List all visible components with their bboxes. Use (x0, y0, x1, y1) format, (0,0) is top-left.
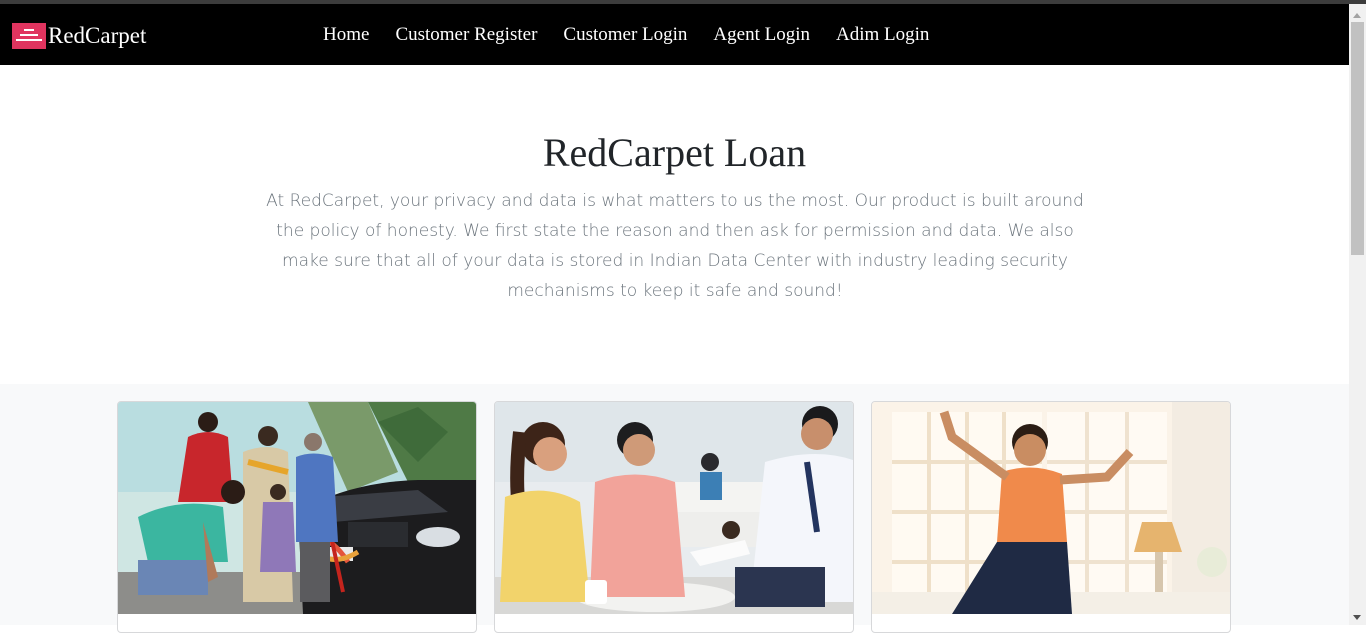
scroll-down-arrow-icon[interactable] (1353, 615, 1361, 620)
nav-home[interactable]: Home (323, 22, 369, 48)
brand-link[interactable]: RedCarpet (12, 23, 146, 49)
brand-name: RedCarpet (48, 23, 147, 48)
carpet-logo-icon (12, 23, 46, 49)
nav-customer-register[interactable]: Customer Register (395, 22, 537, 48)
happy-child-jumping-photo (872, 402, 1230, 614)
loan-card-personal[interactable] (494, 401, 854, 633)
nav-customer-login[interactable]: Customer Login (563, 22, 687, 48)
nav-agent-login[interactable]: Agent Login (713, 22, 810, 48)
scroll-up-arrow-icon[interactable] (1353, 13, 1361, 18)
couple-with-loan-agent-photo (495, 402, 853, 614)
hero-title: RedCarpet Loan (542, 130, 807, 175)
loan-card-education[interactable] (871, 401, 1231, 633)
nav-menu: Home Customer Register Customer Login Ag… (310, 22, 942, 48)
navbar: RedCarpet Home Customer Register Custome… (0, 4, 1349, 65)
nav-admin-login[interactable]: Adim Login (836, 22, 929, 48)
scrollbar-thumb[interactable] (1351, 22, 1364, 255)
hero-description: At RedCarpet, your privacy and data is w… (266, 191, 1084, 301)
family-with-new-car-photo (118, 402, 476, 614)
loan-card-car[interactable] (117, 401, 477, 633)
